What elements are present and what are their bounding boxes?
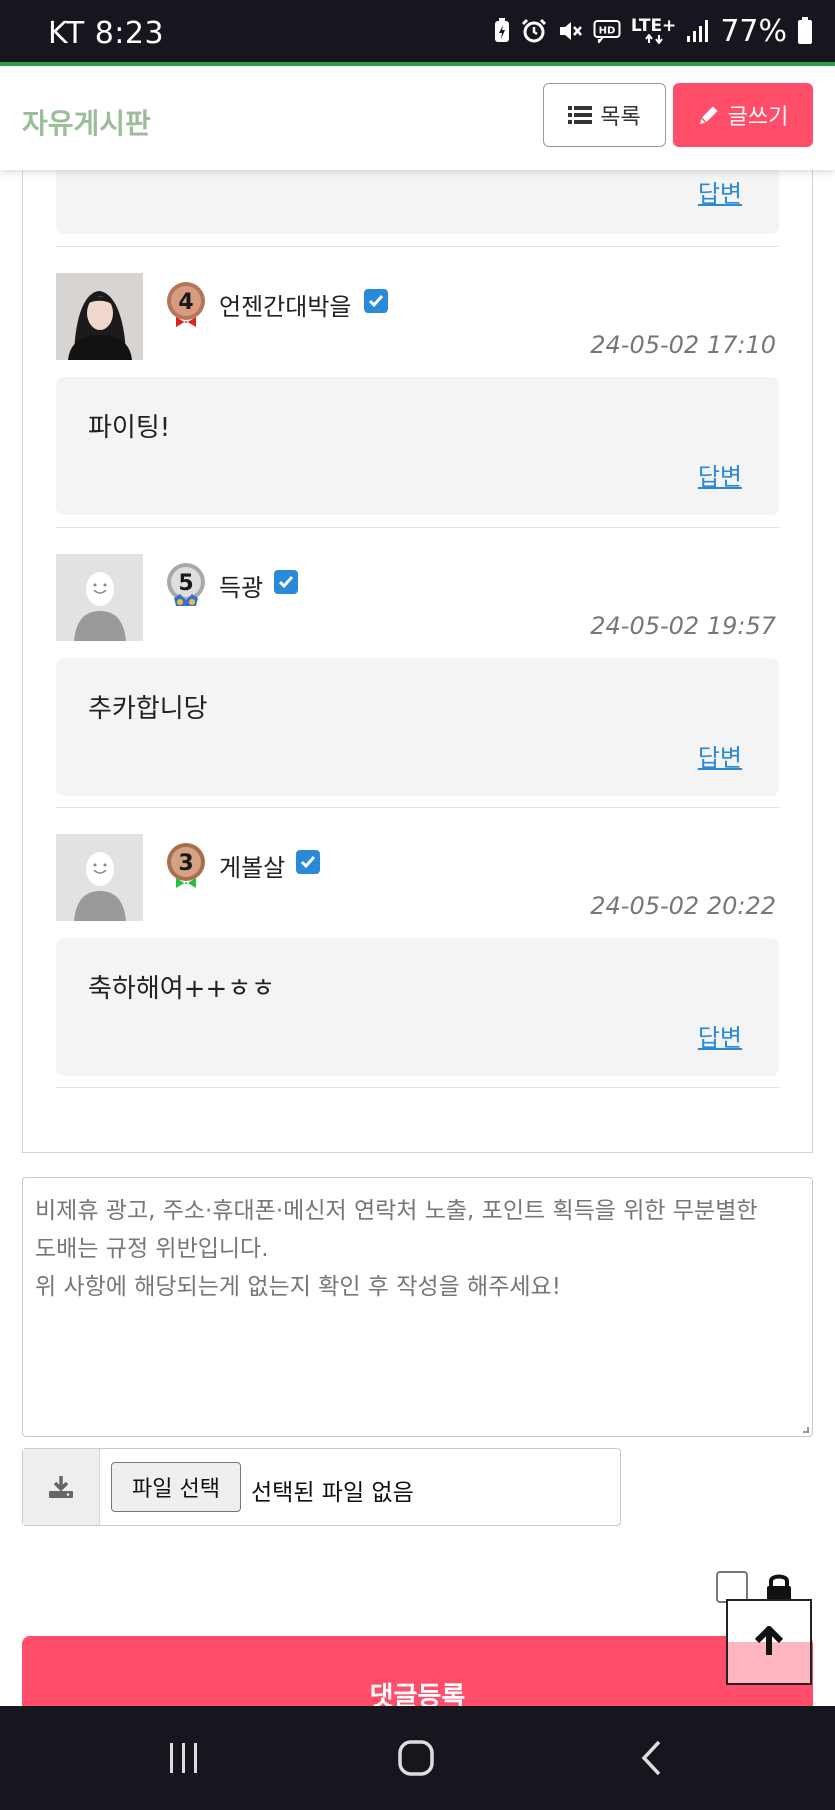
back-icon[interactable] bbox=[636, 1736, 666, 1780]
svg-text:3: 3 bbox=[178, 851, 193, 876]
level-badge: 4 bbox=[166, 281, 206, 329]
battery-percent: 77% bbox=[720, 13, 787, 49]
status-icons: HD LTE+ 77% bbox=[493, 13, 813, 49]
comment-bubble: 추카합니당 답변 bbox=[56, 658, 779, 796]
write-button-label: 글쓰기 bbox=[727, 105, 789, 130]
file-upload-row: 파일 선택 선택된 파일 없음 bbox=[22, 1448, 621, 1526]
comment-date: 24-05-02 20:22 bbox=[590, 892, 776, 920]
comment-bubble: 축하해여++ㅎㅎ 답변 bbox=[56, 938, 779, 1076]
reply-link[interactable]: 답변 bbox=[698, 174, 742, 209]
avatar[interactable] bbox=[56, 834, 143, 921]
comment-item: 4 언젠간대박을 24-05-02 17:10 파이팅! 답변 bbox=[56, 273, 779, 553]
list-icon bbox=[568, 106, 593, 124]
comment-text: 파이팅! bbox=[88, 413, 171, 443]
verified-check-icon bbox=[296, 850, 320, 874]
arrow-up-icon bbox=[754, 1626, 784, 1655]
carrier-time: KT 8:23 bbox=[48, 16, 165, 51]
app-header: 자유게시판 목록 글쓰기 bbox=[0, 66, 835, 170]
comment-textarea[interactable]: 비제휴 광고, 주소·휴대폰·메신저 연락처 노출, 포인트 획득을 위한 무분… bbox=[22, 1177, 813, 1437]
status-bar: KT 8:23 HD LTE+ 77% bbox=[0, 0, 835, 62]
reply-link[interactable]: 답변 bbox=[698, 1018, 742, 1053]
submit-comment-button[interactable]: 댓글등록 bbox=[22, 1636, 813, 1716]
level-badge: 3 bbox=[166, 842, 206, 890]
svg-text:4: 4 bbox=[178, 290, 193, 315]
comment-divider bbox=[56, 1087, 779, 1088]
alarm-icon bbox=[521, 16, 547, 46]
scroll-top-button[interactable] bbox=[726, 1599, 812, 1685]
file-select-button[interactable]: 파일 선택 bbox=[111, 1462, 241, 1512]
recent-apps-icon[interactable] bbox=[166, 1736, 202, 1780]
resize-handle[interactable] bbox=[803, 1427, 809, 1433]
signal-icon bbox=[686, 16, 710, 46]
svg-text:5: 5 bbox=[178, 571, 193, 596]
comment-divider bbox=[56, 246, 779, 247]
system-nav-bar bbox=[0, 1706, 835, 1810]
mute-icon bbox=[557, 16, 583, 46]
comment-item: 3 게볼살 24-05-02 20:22 축하해여++ㅎㅎ 답변 bbox=[56, 834, 779, 1114]
hd-voice-icon: HD bbox=[593, 16, 621, 46]
default-avatar-icon bbox=[56, 554, 143, 641]
level-badge: 5 bbox=[166, 562, 206, 610]
nickname[interactable]: 득광 bbox=[219, 568, 263, 603]
write-button[interactable]: 글쓰기 bbox=[673, 83, 813, 147]
comment-bubble: 파이팅! 답변 bbox=[56, 377, 779, 515]
pencil-icon bbox=[699, 106, 718, 124]
board-title[interactable]: 자유게시판 bbox=[22, 102, 151, 142]
verified-check-icon bbox=[274, 570, 298, 594]
comment-divider bbox=[56, 807, 779, 808]
home-icon[interactable] bbox=[396, 1736, 436, 1780]
placeholder-line: 비제휴 광고, 주소·휴대폰·메신저 연락처 노출, 포인트 획득을 위한 무분… bbox=[35, 1198, 758, 1224]
comment-item: 5 득광 24-05-02 19:57 추카합니당 답변 bbox=[56, 554, 779, 834]
placeholder-line: 도배는 규정 위반입니다. bbox=[35, 1236, 269, 1262]
svg-text:HD: HD bbox=[598, 26, 615, 37]
reply-link[interactable]: 답변 bbox=[698, 738, 742, 773]
lte-icon: LTE+ bbox=[631, 16, 676, 46]
verified-check-icon bbox=[364, 289, 388, 313]
download-icon bbox=[23, 1449, 100, 1525]
placeholder-line: 위 사항에 해당되는게 없는지 확인 후 작성을 해주세요! bbox=[35, 1274, 561, 1300]
comment-date: 24-05-02 17:10 bbox=[590, 331, 776, 359]
nickname[interactable]: 게볼살 bbox=[219, 848, 285, 883]
avatar[interactable] bbox=[56, 273, 143, 360]
battery-saver-icon bbox=[493, 16, 511, 46]
comment-divider bbox=[56, 527, 779, 528]
list-button-label: 목록 bbox=[600, 105, 641, 130]
comment-date: 24-05-02 19:57 bbox=[590, 612, 776, 640]
avatar[interactable] bbox=[56, 554, 143, 641]
comment-text: 축하해여++ㅎㅎ bbox=[88, 974, 276, 1004]
list-button[interactable]: 목록 bbox=[543, 83, 666, 147]
battery-icon bbox=[797, 16, 813, 46]
reply-link[interactable]: 답변 bbox=[698, 457, 742, 492]
comment-text: 추카합니당 bbox=[88, 694, 208, 724]
default-avatar-icon bbox=[56, 834, 143, 921]
file-status: 선택된 파일 없음 bbox=[251, 1480, 414, 1506]
nickname[interactable]: 언젠간대박을 bbox=[219, 287, 351, 322]
